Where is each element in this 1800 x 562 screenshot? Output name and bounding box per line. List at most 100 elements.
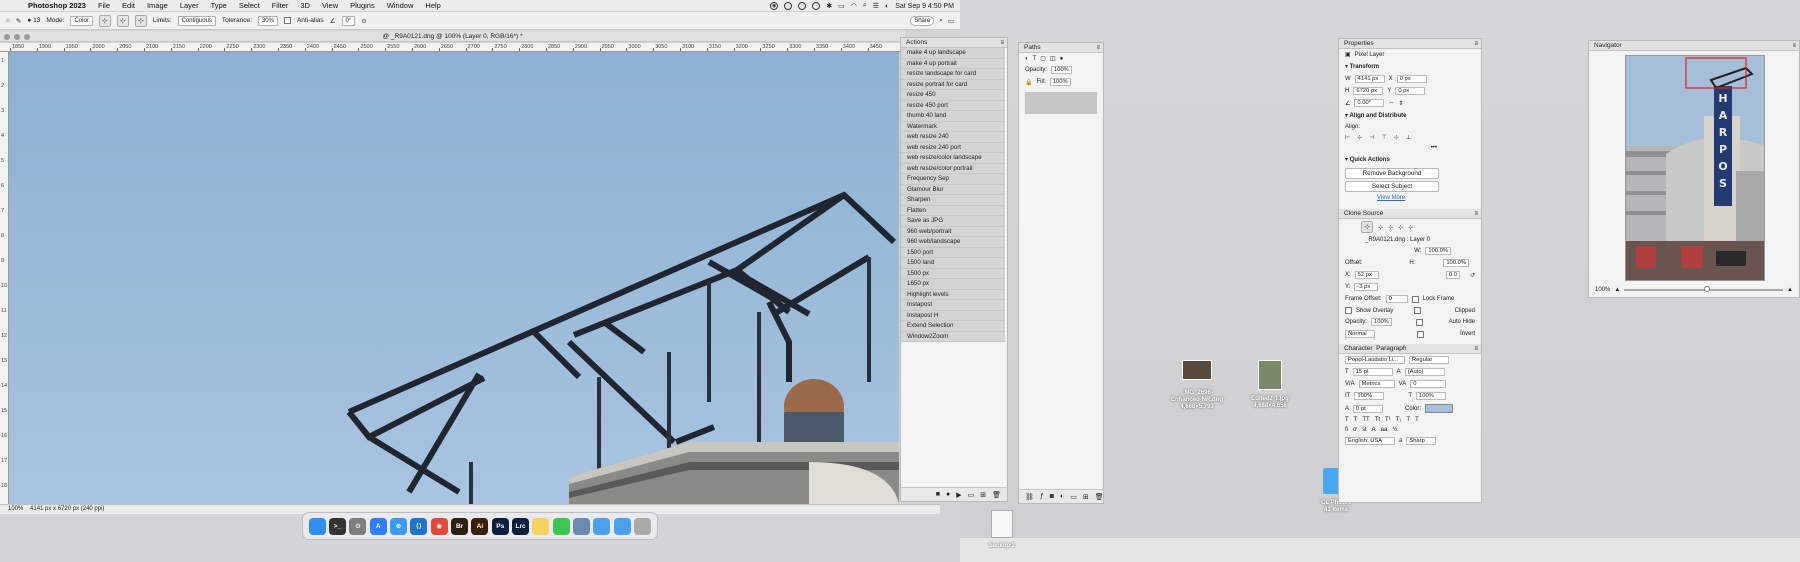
panel-menu-icon[interactable]: ≡	[1792, 41, 1796, 51]
vertical-scale-input[interactable]: 100%	[1354, 392, 1385, 400]
document-icon[interactable]	[991, 510, 1013, 538]
filter-toggle-icon[interactable]: ●	[1060, 56, 1064, 62]
action-item[interactable]: web resize 240 port	[901, 142, 1005, 153]
menu-layer[interactable]: Layer	[174, 1, 205, 10]
align-left-icon[interactable]: ⊢	[1345, 134, 1350, 141]
zoom-slider-thumb[interactable]	[1703, 286, 1710, 292]
ordinal-icon[interactable]: aa	[1381, 427, 1388, 433]
align-right-icon[interactable]: ⊣	[1369, 134, 1374, 141]
document-canvas[interactable]	[9, 52, 899, 504]
action-item[interactable]: 960 web/portrait	[901, 226, 1005, 237]
illustrator-icon[interactable]: Ai	[471, 517, 489, 535]
faux-bold-icon[interactable]: T	[1345, 417, 1349, 423]
menu-clock[interactable]: Sat Sep 9 4:50 PM	[895, 3, 954, 10]
new-layer-icon[interactable]: ⊞	[1083, 493, 1089, 501]
brush-tool-icon[interactable]: ✎	[16, 17, 21, 25]
filter-shape-icon[interactable]: ▢	[1040, 55, 1046, 62]
adjustment-icon[interactable]: ◐	[1060, 493, 1064, 500]
view-more-link[interactable]: View More	[1339, 195, 1481, 201]
action-item[interactable]: resize portrait for card	[901, 79, 1005, 90]
mode-select[interactable]: Color	[70, 15, 93, 26]
action-item[interactable]: web resize 240	[901, 132, 1005, 143]
clone-source-slot-icon[interactable]: ⊹	[1361, 221, 1373, 233]
angle-input[interactable]: 0.00°	[1354, 99, 1385, 107]
play-icon[interactable]: ▶	[956, 491, 961, 499]
tab-paragraph[interactable]: Paragraph	[1376, 345, 1406, 352]
navigator-header[interactable]: Navigator ≡	[1589, 41, 1799, 51]
clone-w-input[interactable]: 100.0%	[1425, 247, 1451, 255]
actions-panel-header[interactable]: Actions ≡	[901, 38, 1007, 48]
action-item[interactable]: Window2Zoom	[901, 331, 1005, 342]
brush-size[interactable]: ● 13	[27, 17, 40, 24]
stylistic-icon[interactable]: st	[1362, 427, 1367, 433]
transform-section[interactable]: ▾ Transform	[1339, 60, 1481, 73]
action-item[interactable]: Extend Selection	[901, 321, 1005, 332]
paths-panel-header[interactable]: Paths ≡	[1019, 43, 1103, 53]
action-item[interactable]: web resize/color portrait	[901, 163, 1005, 174]
properties-header[interactable]: Properties ≡	[1339, 39, 1481, 49]
lock-icon[interactable]: 🔒	[1025, 79, 1032, 86]
action-item[interactable]: 1500 px	[901, 268, 1005, 279]
baseline-input[interactable]: 0 pt	[1353, 404, 1384, 413]
fx-icon[interactable]: ƒ	[1040, 493, 1044, 500]
frame-offset-input[interactable]: 0	[1385, 295, 1408, 303]
offset-y-input[interactable]: -3 px	[1354, 283, 1379, 291]
action-item[interactable]: 1500 land	[901, 258, 1005, 269]
tab-character[interactable]: Character	[1344, 345, 1373, 352]
align-bottom-icon[interactable]: ⊥	[1406, 134, 1411, 141]
menu-image[interactable]: Image	[141, 1, 174, 10]
system-settings-icon[interactable]: ⚙	[349, 517, 367, 535]
align-top-icon[interactable]: ⊤	[1382, 134, 1387, 141]
downloads-folder-icon[interactable]	[613, 517, 631, 535]
bluetooth-icon[interactable]: ✱	[826, 2, 832, 10]
menu-app-name[interactable]: Photoshop 2023	[22, 1, 92, 10]
new-action-icon[interactable]: ⊞	[980, 491, 986, 499]
action-item[interactable]: resize 450	[901, 90, 1005, 101]
titling-icon[interactable]: A	[1372, 427, 1376, 433]
clone-source-slot-icon[interactable]: ⊹	[1378, 224, 1383, 231]
action-item[interactable]: Instapost H	[901, 310, 1005, 321]
clipped-checkbox[interactable]	[1413, 307, 1421, 314]
creative-cloud-icon[interactable]: ◉	[770, 2, 779, 10]
panel-menu-icon[interactable]: ≡	[1096, 43, 1100, 53]
ligature-icon[interactable]: fi	[1345, 427, 1348, 433]
angle-input[interactable]: 0°	[341, 15, 356, 26]
underline-icon[interactable]: T	[1406, 417, 1410, 423]
font-size-input[interactable]: 15 pt	[1352, 368, 1393, 376]
action-item[interactable]: 960 web/landscape	[901, 237, 1005, 248]
faux-italic-icon[interactable]: T	[1354, 417, 1358, 423]
flip-vertical-icon[interactable]: ⇕	[1398, 100, 1403, 107]
tracking-input[interactable]: 0	[1410, 380, 1447, 388]
text-color-swatch[interactable]	[1425, 404, 1454, 413]
record-icon[interactable]: ●	[946, 491, 950, 498]
clone-source-slot-icon[interactable]: ⊹	[1388, 224, 1393, 231]
action-item[interactable]: Glamour Blur	[901, 184, 1005, 195]
safari-icon[interactable]: ⊕	[390, 517, 408, 535]
font-style-select[interactable]: Regular	[1409, 356, 1449, 364]
filter-type-icon[interactable]: T	[1033, 56, 1037, 62]
share-button[interactable]: Share	[910, 15, 935, 26]
action-item[interactable]: make 4 up landscape	[901, 48, 1005, 59]
action-item[interactable]: Save as JPG	[901, 216, 1005, 227]
action-item[interactable]: make 4 up portrait	[901, 58, 1005, 69]
menu-file[interactable]: File	[92, 1, 116, 10]
subscript-icon[interactable]: T₁	[1396, 417, 1402, 423]
height-input[interactable]: 6720 px	[1353, 87, 1384, 95]
clone-h-input[interactable]: 100.0%	[1443, 259, 1469, 267]
home-icon[interactable]: ⌂	[6, 17, 10, 24]
mask-icon[interactable]: ◙	[1050, 493, 1054, 500]
messages-icon[interactable]	[552, 517, 570, 535]
select-subject-button[interactable]: Select Subject	[1345, 181, 1439, 192]
action-item[interactable]: Flatten	[901, 205, 1005, 216]
status-icon[interactable]: ·	[798, 2, 807, 10]
filter-pixel-icon[interactable]: ◐	[1025, 56, 1029, 62]
wifi-icon[interactable]: ◠	[851, 2, 857, 10]
zoom-in-icon[interactable]: ▲	[1787, 287, 1793, 293]
action-item[interactable]: Watermark	[901, 121, 1005, 132]
link-icon[interactable]: ⛓	[1025, 493, 1034, 501]
clone-source-slot-icon[interactable]: ⊹	[1408, 224, 1413, 231]
zoom-window-button[interactable]	[24, 34, 30, 40]
action-item[interactable]: Frequency Sep	[901, 174, 1005, 185]
zoom-out-icon[interactable]: ▲	[1614, 287, 1620, 293]
font-family-select[interactable]: Poppl-Laudatio Li...	[1345, 356, 1405, 364]
